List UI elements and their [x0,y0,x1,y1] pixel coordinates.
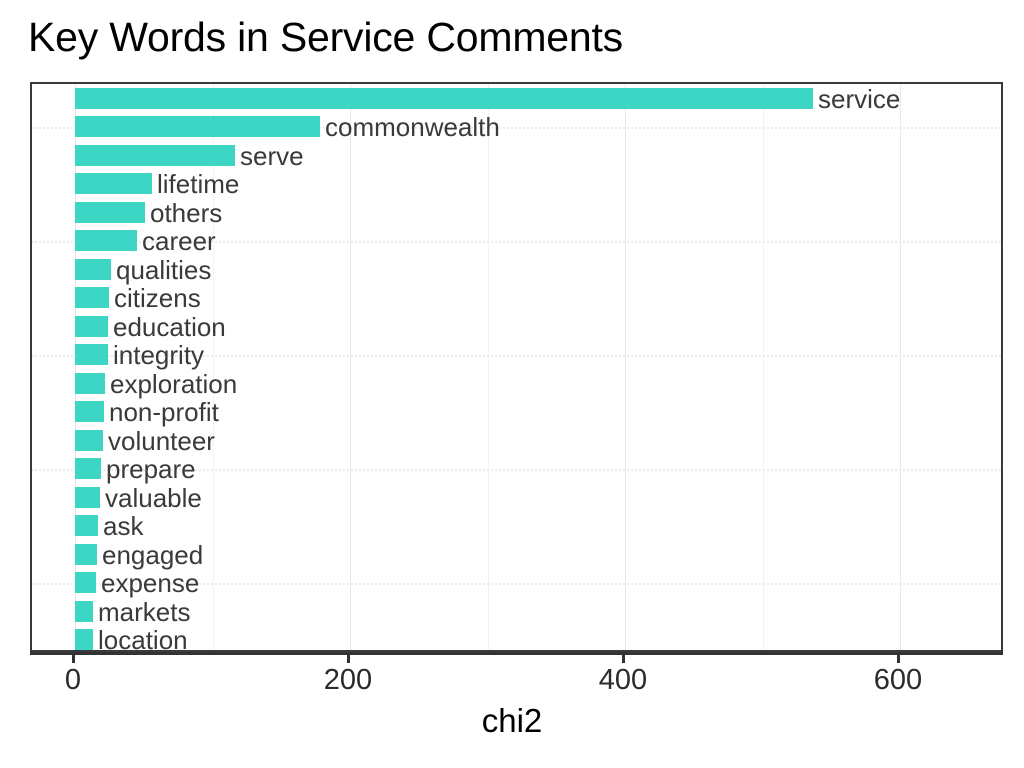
bar-offset [32,401,75,422]
bar [75,259,111,280]
bar-label: expense [101,567,200,598]
bar-row: others [32,197,1001,228]
bar-label: valuable [105,482,202,513]
bar-row: markets [32,596,1001,627]
x-axis-tick-label: 400 [598,664,648,696]
bar-row: volunteer [32,425,1001,456]
bar-offset [32,230,75,251]
bar-row: lifetime [32,168,1001,199]
bar-offset [32,601,75,622]
bar-label: volunteer [108,425,215,456]
bar-offset [32,458,75,479]
x-axis-tick-label: 600 [873,664,923,696]
bars-layer: service commonwealth serve lifetime others ca… [32,84,1001,650]
bar [75,344,108,365]
bar [75,401,104,422]
bar-row: citizens [32,282,1001,313]
chart-title: Key Words in Service Comments [28,14,623,60]
bar-offset [32,487,75,508]
bar-row: commonwealth [32,111,1001,142]
bar-row: valuable [32,482,1001,513]
x-axis-title: chi2 [481,702,543,739]
bar [75,544,97,565]
bar-label: integrity [113,339,205,370]
bar-offset [32,259,75,280]
bar-row: education [32,311,1001,342]
bar-offset [32,544,75,565]
bar-label: citizens [114,282,201,313]
bar-offset [32,202,75,223]
bar-row: integrity [32,339,1001,370]
bar-offset [32,572,75,593]
x-axis-tick [72,653,75,663]
bar-label: serve [240,140,304,171]
bar-row: career [32,225,1001,256]
bar-row: service [32,83,1001,114]
x-axis-line [30,652,1003,655]
bar-row: non-profit [32,396,1001,427]
bar-row: expense [32,567,1001,598]
bar-row: prepare [32,453,1001,484]
bar-offset [32,430,75,451]
bar-row: serve [32,140,1001,171]
bar-label: service [818,83,901,114]
bar-offset [32,88,75,109]
bar [75,316,108,337]
bar [75,287,109,308]
bar-label: markets [98,596,191,627]
bar-row: qualities [32,254,1001,285]
bar-offset [32,629,75,650]
bar-label: engaged [102,539,204,570]
bar [75,116,320,137]
bar [75,430,103,451]
bar [75,145,235,166]
bar-row: exploration [32,368,1001,399]
bar-label: location [98,624,188,652]
bar-offset [32,145,75,166]
bar-label: ask [103,510,144,541]
bar [75,173,152,194]
bar-offset [32,316,75,337]
x-axis-tick [622,653,625,663]
bar [75,458,101,479]
bar-row: engaged [32,539,1001,570]
bar-label: prepare [106,453,196,484]
bar [75,572,96,593]
bar [75,88,813,109]
bar-row: location [32,624,1001,652]
plot-panel: service commonwealth serve lifetime others ca… [30,82,1003,652]
bar-label: qualities [116,254,212,285]
x-axis-tick [897,653,900,663]
bar [75,202,145,223]
bar-label: education [113,311,226,342]
bar [75,373,105,394]
bar-label: lifetime [157,168,240,199]
bar [75,515,98,536]
bar [75,230,137,251]
x-axis-tick-label: 200 [323,664,373,696]
bar-offset [32,173,75,194]
x-axis-tick-label: 0 [64,664,82,696]
bar [75,601,93,622]
x-axis-tick [347,653,350,663]
bar-row: ask [32,510,1001,541]
bar-label: career [142,225,216,256]
bar [75,629,93,650]
bar-label: exploration [110,368,238,399]
bar [75,487,100,508]
bar-offset [32,344,75,365]
bar-label: others [150,197,223,228]
bar-label: non-profit [109,396,219,427]
bar-offset [32,287,75,308]
bar-offset [32,116,75,137]
chart-container: Key Words in Service Comments service com… [0,0,1024,768]
bar-label: commonwealth [325,111,500,142]
bar-offset [32,515,75,536]
bar-offset [32,373,75,394]
